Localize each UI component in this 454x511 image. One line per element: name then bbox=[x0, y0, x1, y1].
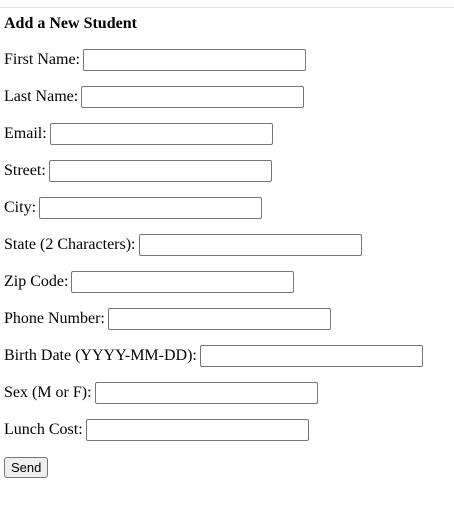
lunch-cost-row: Lunch Cost: bbox=[4, 419, 309, 441]
sex-row: Sex (M or F): bbox=[4, 382, 318, 404]
birth-date-row: Birth Date (YYYY-MM-DD): bbox=[4, 345, 423, 367]
street-input[interactable] bbox=[48, 160, 272, 182]
last-name-input[interactable] bbox=[81, 86, 305, 108]
first-name-row: First Name: bbox=[4, 49, 306, 71]
sex-label: Sex (M or F): bbox=[4, 384, 92, 401]
send-button[interactable]: Send bbox=[4, 457, 49, 478]
phone-number-label: Phone Number: bbox=[4, 310, 105, 327]
lunch-cost-label: Lunch Cost: bbox=[4, 421, 83, 438]
phone-number-input[interactable] bbox=[107, 308, 331, 330]
first-name-input[interactable] bbox=[83, 49, 306, 71]
city-input[interactable] bbox=[39, 197, 263, 219]
birth-date-input[interactable] bbox=[199, 345, 423, 367]
top-divider bbox=[0, 7, 454, 8]
city-row: City: bbox=[4, 197, 263, 219]
page-title: Add a New Student bbox=[4, 15, 137, 32]
birth-date-label: Birth Date (YYYY-MM-DD): bbox=[4, 347, 197, 364]
zip-code-label: Zip Code: bbox=[4, 273, 69, 290]
zip-code-row: Zip Code: bbox=[4, 271, 295, 293]
phone-number-row: Phone Number: bbox=[4, 308, 331, 330]
zip-code-input[interactable] bbox=[71, 271, 295, 293]
state-input[interactable] bbox=[138, 234, 362, 256]
last-name-label: Last Name: bbox=[4, 88, 79, 105]
email-input[interactable] bbox=[49, 123, 273, 145]
email-row: Email: bbox=[4, 123, 273, 145]
first-name-label: First Name: bbox=[4, 51, 80, 68]
state-row: State (2 Characters): bbox=[4, 234, 362, 256]
lunch-cost-input[interactable] bbox=[85, 419, 309, 441]
street-label: Street: bbox=[4, 162, 46, 179]
state-label: State (2 Characters): bbox=[4, 236, 136, 253]
street-row: Street: bbox=[4, 160, 272, 182]
city-label: City: bbox=[4, 199, 37, 216]
last-name-row: Last Name: bbox=[4, 86, 305, 108]
sex-input[interactable] bbox=[94, 382, 318, 404]
email-label: Email: bbox=[4, 125, 47, 142]
